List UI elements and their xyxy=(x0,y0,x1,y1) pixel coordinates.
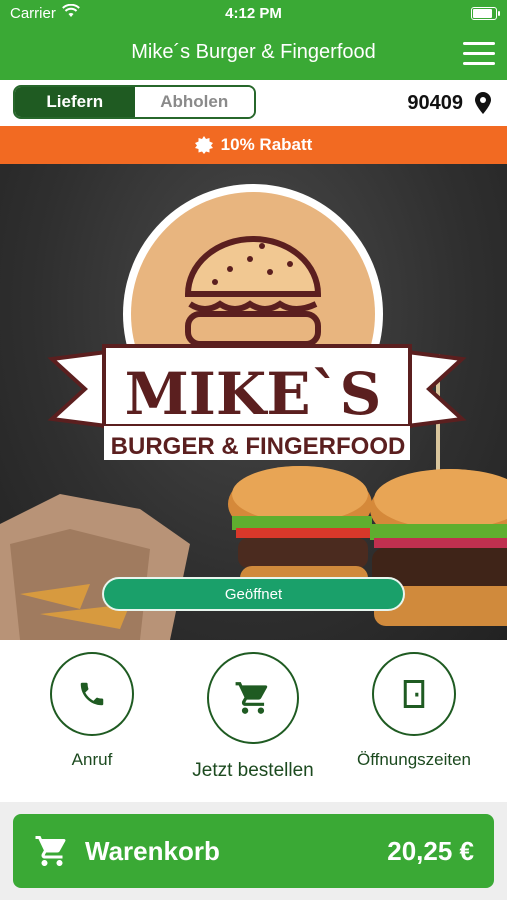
discount-text: 10% Rabatt xyxy=(220,135,313,154)
restaurant-logo: MIKE`S BURGER & FINGERFOOD xyxy=(47,184,467,460)
page-title: Mike´s Burger & Fingerfood xyxy=(131,41,376,63)
open-status-button[interactable]: Geöffnet xyxy=(102,577,405,611)
order-now-label: Jetzt bestellen xyxy=(192,760,314,781)
cart-label: Warenkorb xyxy=(85,836,220,866)
status-bar: Carrier 4:12 PM xyxy=(0,0,507,28)
order-now-button[interactable] xyxy=(207,652,299,744)
delivery-tab[interactable]: Liefern xyxy=(15,87,135,117)
bottom-bar: Warenkorb 20,25 € xyxy=(0,802,507,900)
nav-bar: Mike´s Burger & Fingerfood xyxy=(0,28,507,80)
discount-banner: 10% Rabatt xyxy=(0,126,507,164)
cart-button[interactable]: Warenkorb 20,25 € xyxy=(13,814,494,888)
call-label: Anruf xyxy=(71,750,113,769)
door-icon xyxy=(403,680,425,708)
order-mode-toggle: Liefern Abholen xyxy=(13,85,256,119)
opening-hours-label: Öffnungszeiten xyxy=(356,750,472,769)
call-button[interactable] xyxy=(50,652,134,736)
battery-icon xyxy=(471,7,500,20)
cart-icon xyxy=(35,836,66,866)
logo-subtitle: BURGER & FINGERFOOD xyxy=(111,433,406,460)
order-mode-bar: Liefern Abholen 90409 xyxy=(0,80,507,126)
discount-badge-icon xyxy=(194,136,213,154)
cart-total: 20,25 € xyxy=(387,836,474,866)
logo-name: MIKE`S xyxy=(125,360,382,428)
location-pin-icon[interactable] xyxy=(475,92,491,114)
phone-icon xyxy=(80,682,104,706)
order-now-action[interactable]: Jetzt bestellen xyxy=(183,652,323,782)
hamburger-menu-icon[interactable] xyxy=(463,41,495,67)
pickup-tab[interactable]: Abholen xyxy=(134,87,254,117)
hero-banner: MIKE`S BURGER & FINGERFOOD Geöffnet xyxy=(0,164,507,640)
clock: 4:12 PM xyxy=(225,5,282,22)
call-action[interactable]: Anruf xyxy=(30,652,154,770)
quick-actions: Anruf Jetzt bestellen Öffnungszeiten xyxy=(0,640,507,802)
opening-hours-button[interactable] xyxy=(372,652,456,736)
opening-hours-action[interactable]: Öffnungszeiten xyxy=(350,652,478,770)
cart-icon xyxy=(235,682,268,714)
zip-code[interactable]: 90409 xyxy=(407,92,463,115)
hero-illustration: MIKE`S BURGER & FINGERFOOD xyxy=(0,184,507,640)
